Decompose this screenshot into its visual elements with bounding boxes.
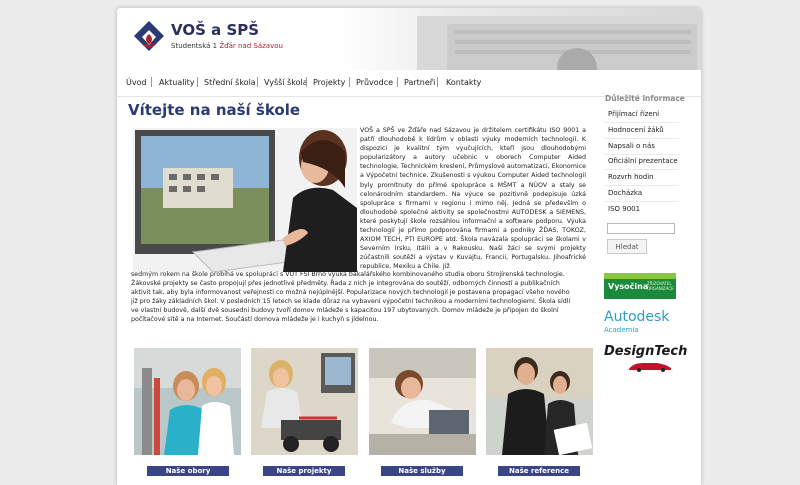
sidebar-item-rozvrh-hodin[interactable]: Rozvrh hodin <box>608 173 654 181</box>
tile-image-reference[interactable] <box>486 348 593 455</box>
intro-line: již pro žáky základních škol. V poslední… <box>131 298 571 306</box>
address-street: Studentská 1 <box>171 42 218 50</box>
vysocina-tag-line2: ORGANIZACE <box>647 286 674 291</box>
nav-item-uvod[interactable]: Úvod <box>126 78 147 87</box>
site-header: VOŠ a SPŠ Studentská 1 Žďár nad Sázavou <box>117 8 701 70</box>
tile-image-obory[interactable] <box>134 348 241 455</box>
nav-item-partneri[interactable]: Partneři <box>404 78 435 87</box>
intro-text: VOŠ a SPŠ ve Žďáře nad Sázavou je držite… <box>360 127 586 271</box>
sidebar-item-prijimaci-rizeni[interactable]: Přijímací řízení <box>608 110 659 118</box>
sidebar-divider <box>605 201 679 202</box>
nav-item-kontakty[interactable]: Kontakty <box>446 78 481 87</box>
tile-button-obory[interactable]: Naše obory <box>147 466 229 476</box>
building-window-row <box>455 40 691 44</box>
nav-separator <box>397 77 398 87</box>
nav-separator <box>306 77 307 87</box>
nav-item-aktuality[interactable]: Aktuality <box>159 78 195 87</box>
intro-line: ve vlastní budově, další dvě sousední bu… <box>131 307 559 315</box>
school-name[interactable]: VOŠ a SPŠ <box>171 21 259 39</box>
tile-button-reference[interactable]: Naše reference <box>498 466 580 476</box>
address-town: Žďár nad Sázavou <box>219 42 283 50</box>
page-title: Vítejte na naší škole <box>128 101 301 119</box>
tile-image-sluzby[interactable] <box>369 348 476 455</box>
nav-item-vyssi-skola[interactable]: Vyšší škola <box>264 78 308 87</box>
sidebar-item-iso-9001[interactable]: ISO 9001 <box>608 205 640 213</box>
designtech-logo[interactable]: DesignTech <box>604 344 687 359</box>
sidebar-item-oficialni-prezentace[interactable]: Oficiální prezentace <box>608 157 678 165</box>
tile-button-projekty[interactable]: Naše projekty <box>263 466 345 476</box>
sidebar-divider <box>605 169 679 170</box>
tile-image-projekty[interactable] <box>251 348 358 455</box>
sidebar-item-hodnoceni-zaku[interactable]: Hodnocení žáků <box>608 126 664 134</box>
intro-line: počítačové sítě a na Internet. Součástí … <box>131 316 379 324</box>
nav-separator <box>437 77 438 87</box>
building-window-row <box>455 30 691 34</box>
sidebar-item-napsali-o-nas[interactable]: Napsali o nás <box>608 142 655 150</box>
intro-line: Žákovské projekty se často propojují pře… <box>131 280 560 288</box>
car-icon <box>629 363 671 372</box>
sidebar-divider <box>605 122 679 123</box>
page-container: VOŠ a SPŠ Studentská 1 Žďár nad Sázavou … <box>117 8 701 485</box>
autodesk-academia-label: Academia <box>604 326 639 334</box>
autodesk-logo[interactable]: Autodesk <box>604 309 669 325</box>
nav-separator <box>197 77 198 87</box>
vysocina-stripe <box>604 273 676 279</box>
nav-item-stredni-skola[interactable]: Střední škola <box>204 78 256 87</box>
sidebar-divider <box>605 154 679 155</box>
nav-separator <box>257 77 258 87</box>
tile-button-sluzby[interactable]: Naše služby <box>381 466 463 476</box>
intro-line: aktivit tak, aby byla informovanost veře… <box>131 289 570 297</box>
sidebar-title: Důležité informace <box>605 94 685 103</box>
search-button[interactable]: Hledat <box>607 239 647 254</box>
intro-text-continued: sedmým rokem na škole probíhá ve spolupr… <box>131 270 586 325</box>
student-at-computer-photo <box>133 128 357 272</box>
nav-item-pruvodce[interactable]: Průvodce <box>356 78 393 87</box>
sidebar-divider <box>605 138 679 139</box>
intro-line: sedmým rokem na škole probíhá ve spolupr… <box>131 271 565 278</box>
school-logo-icon[interactable] <box>133 20 165 52</box>
sidebar-divider <box>605 185 679 186</box>
nav-item-projekty[interactable]: Projekty <box>313 78 345 87</box>
nav-separator <box>151 77 152 87</box>
nav-separator <box>349 77 350 87</box>
school-address: Studentská 1 Žďár nad Sázavou <box>171 42 283 50</box>
vysocina-wordmark: Vysočina <box>608 282 649 291</box>
search-input[interactable] <box>607 223 675 234</box>
sidebar-item-dochazka[interactable]: Docházka <box>608 189 642 197</box>
main-navigation: Úvod Aktuality Střední škola Vyšší škola… <box>117 70 701 97</box>
vysocina-logo[interactable]: Vysočina ZŘIZOVATEL ORGANIZACE <box>604 273 676 299</box>
vysocina-tagline: ZŘIZOVATEL ORGANIZACE <box>647 281 674 291</box>
